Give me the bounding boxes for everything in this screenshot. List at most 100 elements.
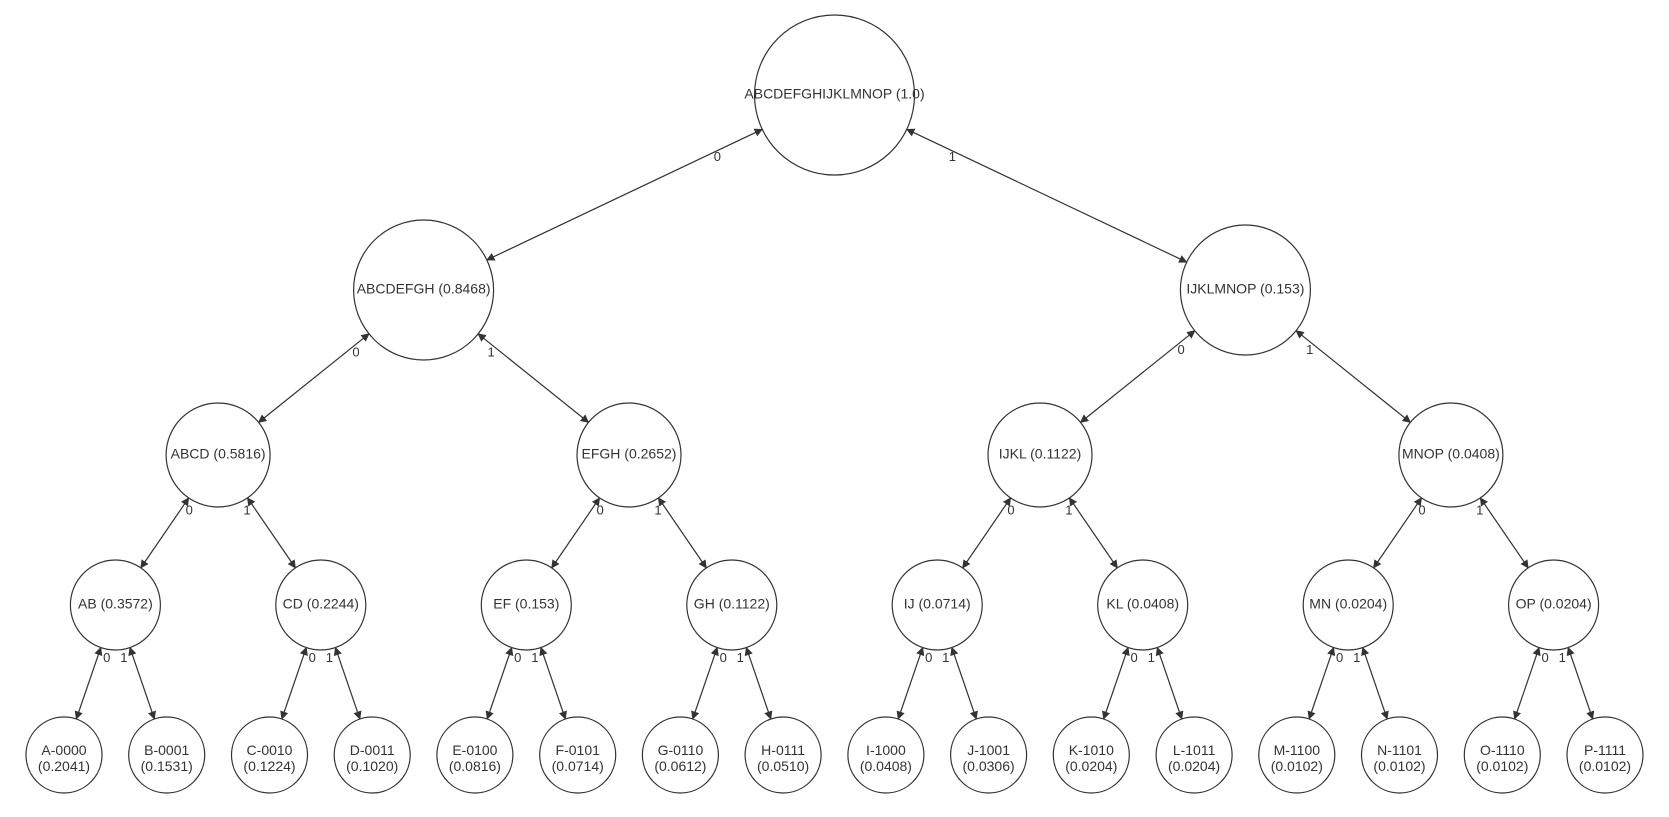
tree-node: K-1010(0.0204) bbox=[1053, 717, 1129, 793]
node-label: A-0000(0.2041) bbox=[38, 742, 90, 774]
edge-label: 0 bbox=[1336, 650, 1343, 665]
edge-label: 0 bbox=[1541, 650, 1548, 665]
tree-edge bbox=[693, 648, 718, 719]
tree-node: IJ (0.0714) bbox=[892, 560, 982, 650]
tree-node: CD (0.2244) bbox=[276, 560, 366, 650]
tree-edge bbox=[552, 498, 600, 568]
tree-edge bbox=[1568, 648, 1593, 719]
node-label: I-1000(0.0408) bbox=[860, 742, 912, 774]
edge-label: 0 bbox=[1007, 503, 1014, 518]
edge-label: 0 bbox=[352, 344, 359, 359]
node-label: KL (0.0408) bbox=[1106, 596, 1179, 612]
node-label: N-1101(0.0102) bbox=[1373, 742, 1425, 774]
edge-label: 0 bbox=[596, 503, 603, 518]
tree-node: F-0101(0.0714) bbox=[540, 717, 616, 793]
edge-label: 0 bbox=[720, 650, 727, 665]
tree-edge bbox=[487, 648, 512, 719]
tree-node: ABCDEFGH (0.8468) bbox=[354, 220, 494, 360]
edge-label: 1 bbox=[1476, 503, 1483, 518]
tree-node: OP (0.0204) bbox=[1509, 560, 1599, 650]
node-label: ABCD (0.5816) bbox=[171, 446, 266, 462]
tree-edge bbox=[963, 498, 1011, 568]
tree-node: GH (0.1122) bbox=[687, 560, 777, 650]
tree-node: P-1111(0.0102) bbox=[1567, 717, 1643, 793]
node-label: IJKL (0.1122) bbox=[999, 446, 1082, 462]
node-label: EFGH (0.2652) bbox=[582, 446, 677, 462]
tree-node: C-0010(0.1224) bbox=[232, 717, 308, 793]
tree-edge bbox=[248, 498, 296, 568]
tree-node: D-0011(0.1020) bbox=[334, 717, 410, 793]
tree-edge bbox=[658, 498, 706, 568]
node-label: D-0011(0.1020) bbox=[346, 742, 398, 774]
node-label: L-1011(0.0204) bbox=[1168, 742, 1220, 774]
edge-label: 1 bbox=[1148, 650, 1155, 665]
edge-label: 0 bbox=[103, 650, 110, 665]
edge-label: 1 bbox=[654, 503, 661, 518]
node-label: G-0110(0.0612) bbox=[654, 742, 706, 774]
tree-node: O-1110(0.0102) bbox=[1464, 717, 1540, 793]
tree-edge bbox=[746, 648, 771, 719]
tree-edge bbox=[1515, 648, 1540, 719]
node-label: B-0001(0.1531) bbox=[141, 742, 193, 774]
tree-node: IJKLMNOP (0.153) bbox=[1180, 225, 1310, 355]
edge-label: 1 bbox=[531, 650, 538, 665]
edge-label: 0 bbox=[1418, 503, 1425, 518]
node-label: ABCDEFGH (0.8468) bbox=[357, 281, 491, 297]
tree-edge bbox=[898, 648, 923, 719]
node-label: E-0100(0.0816) bbox=[449, 742, 501, 774]
node-label: ABCDEFGHIJKLMNOP (1.0) bbox=[744, 86, 924, 102]
node-label: CD (0.2244) bbox=[283, 596, 359, 612]
edge-label: 1 bbox=[1353, 650, 1360, 665]
node-label: K-1010(0.0204) bbox=[1065, 742, 1117, 774]
edge-label: 0 bbox=[186, 503, 193, 518]
tree-node: L-1011(0.0204) bbox=[1156, 717, 1232, 793]
node-label: GH (0.1122) bbox=[694, 596, 770, 612]
edge-label: 1 bbox=[1559, 650, 1566, 665]
edge-label: 1 bbox=[949, 149, 956, 164]
tree-edge bbox=[130, 648, 155, 719]
node-label: IJ (0.0714) bbox=[904, 596, 971, 612]
tree-node: KL (0.0408) bbox=[1098, 560, 1188, 650]
node-label: IJKLMNOP (0.153) bbox=[1186, 281, 1304, 297]
node-label: MNOP (0.0408) bbox=[1402, 446, 1500, 462]
edge-label: 1 bbox=[942, 650, 949, 665]
node-label: F-0101(0.0714) bbox=[552, 742, 604, 774]
tree-edge bbox=[1069, 498, 1117, 568]
edge-label: 1 bbox=[1306, 342, 1313, 357]
node-label: C-0010(0.1224) bbox=[243, 742, 295, 774]
tree-node: MN (0.0204) bbox=[1303, 560, 1393, 650]
tree-edge bbox=[282, 648, 307, 719]
edge-label: 1 bbox=[120, 650, 127, 665]
node-label: P-1111(0.0102) bbox=[1579, 742, 1631, 774]
edge-label: 1 bbox=[326, 650, 333, 665]
edge-label: 0 bbox=[925, 650, 932, 665]
tree-edge bbox=[141, 498, 189, 568]
tree-node: N-1101(0.0102) bbox=[1362, 717, 1438, 793]
tree-edge bbox=[1374, 498, 1422, 568]
edge-label: 0 bbox=[514, 650, 521, 665]
tree-node: M-1100(0.0102) bbox=[1259, 717, 1335, 793]
tree-edge bbox=[1480, 498, 1528, 568]
node-label: H-0111(0.0510) bbox=[757, 742, 809, 774]
tree-node: I-1000(0.0408) bbox=[848, 717, 924, 793]
tree-edge bbox=[1157, 648, 1182, 719]
tree-node: IJKL (0.1122) bbox=[988, 403, 1092, 507]
edge-label: 1 bbox=[243, 503, 250, 518]
tree-node: G-0110(0.0612) bbox=[642, 717, 718, 793]
tree-node: EF (0.153) bbox=[481, 560, 571, 650]
tree-node: E-0100(0.0816) bbox=[437, 717, 513, 793]
huffman-tree-diagram: 010101010101010101010101010101 ABCDEFGHI… bbox=[0, 0, 1669, 817]
node-label: M-1100(0.0102) bbox=[1271, 742, 1323, 774]
tree-node: B-0001(0.1531) bbox=[129, 717, 205, 793]
node-label: OP (0.0204) bbox=[1516, 596, 1592, 612]
tree-edge bbox=[1363, 648, 1388, 719]
edge-label: 0 bbox=[1177, 342, 1184, 357]
tree-node: EFGH (0.2652) bbox=[577, 403, 681, 507]
node-label: AB (0.3572) bbox=[78, 596, 153, 612]
tree-edge bbox=[1309, 648, 1334, 719]
edge-label: 0 bbox=[309, 650, 316, 665]
node-label: J-1001(0.0306) bbox=[963, 742, 1015, 774]
tree-node: MNOP (0.0408) bbox=[1399, 403, 1503, 507]
tree-edge bbox=[335, 648, 360, 719]
node-label: MN (0.0204) bbox=[1309, 596, 1387, 612]
